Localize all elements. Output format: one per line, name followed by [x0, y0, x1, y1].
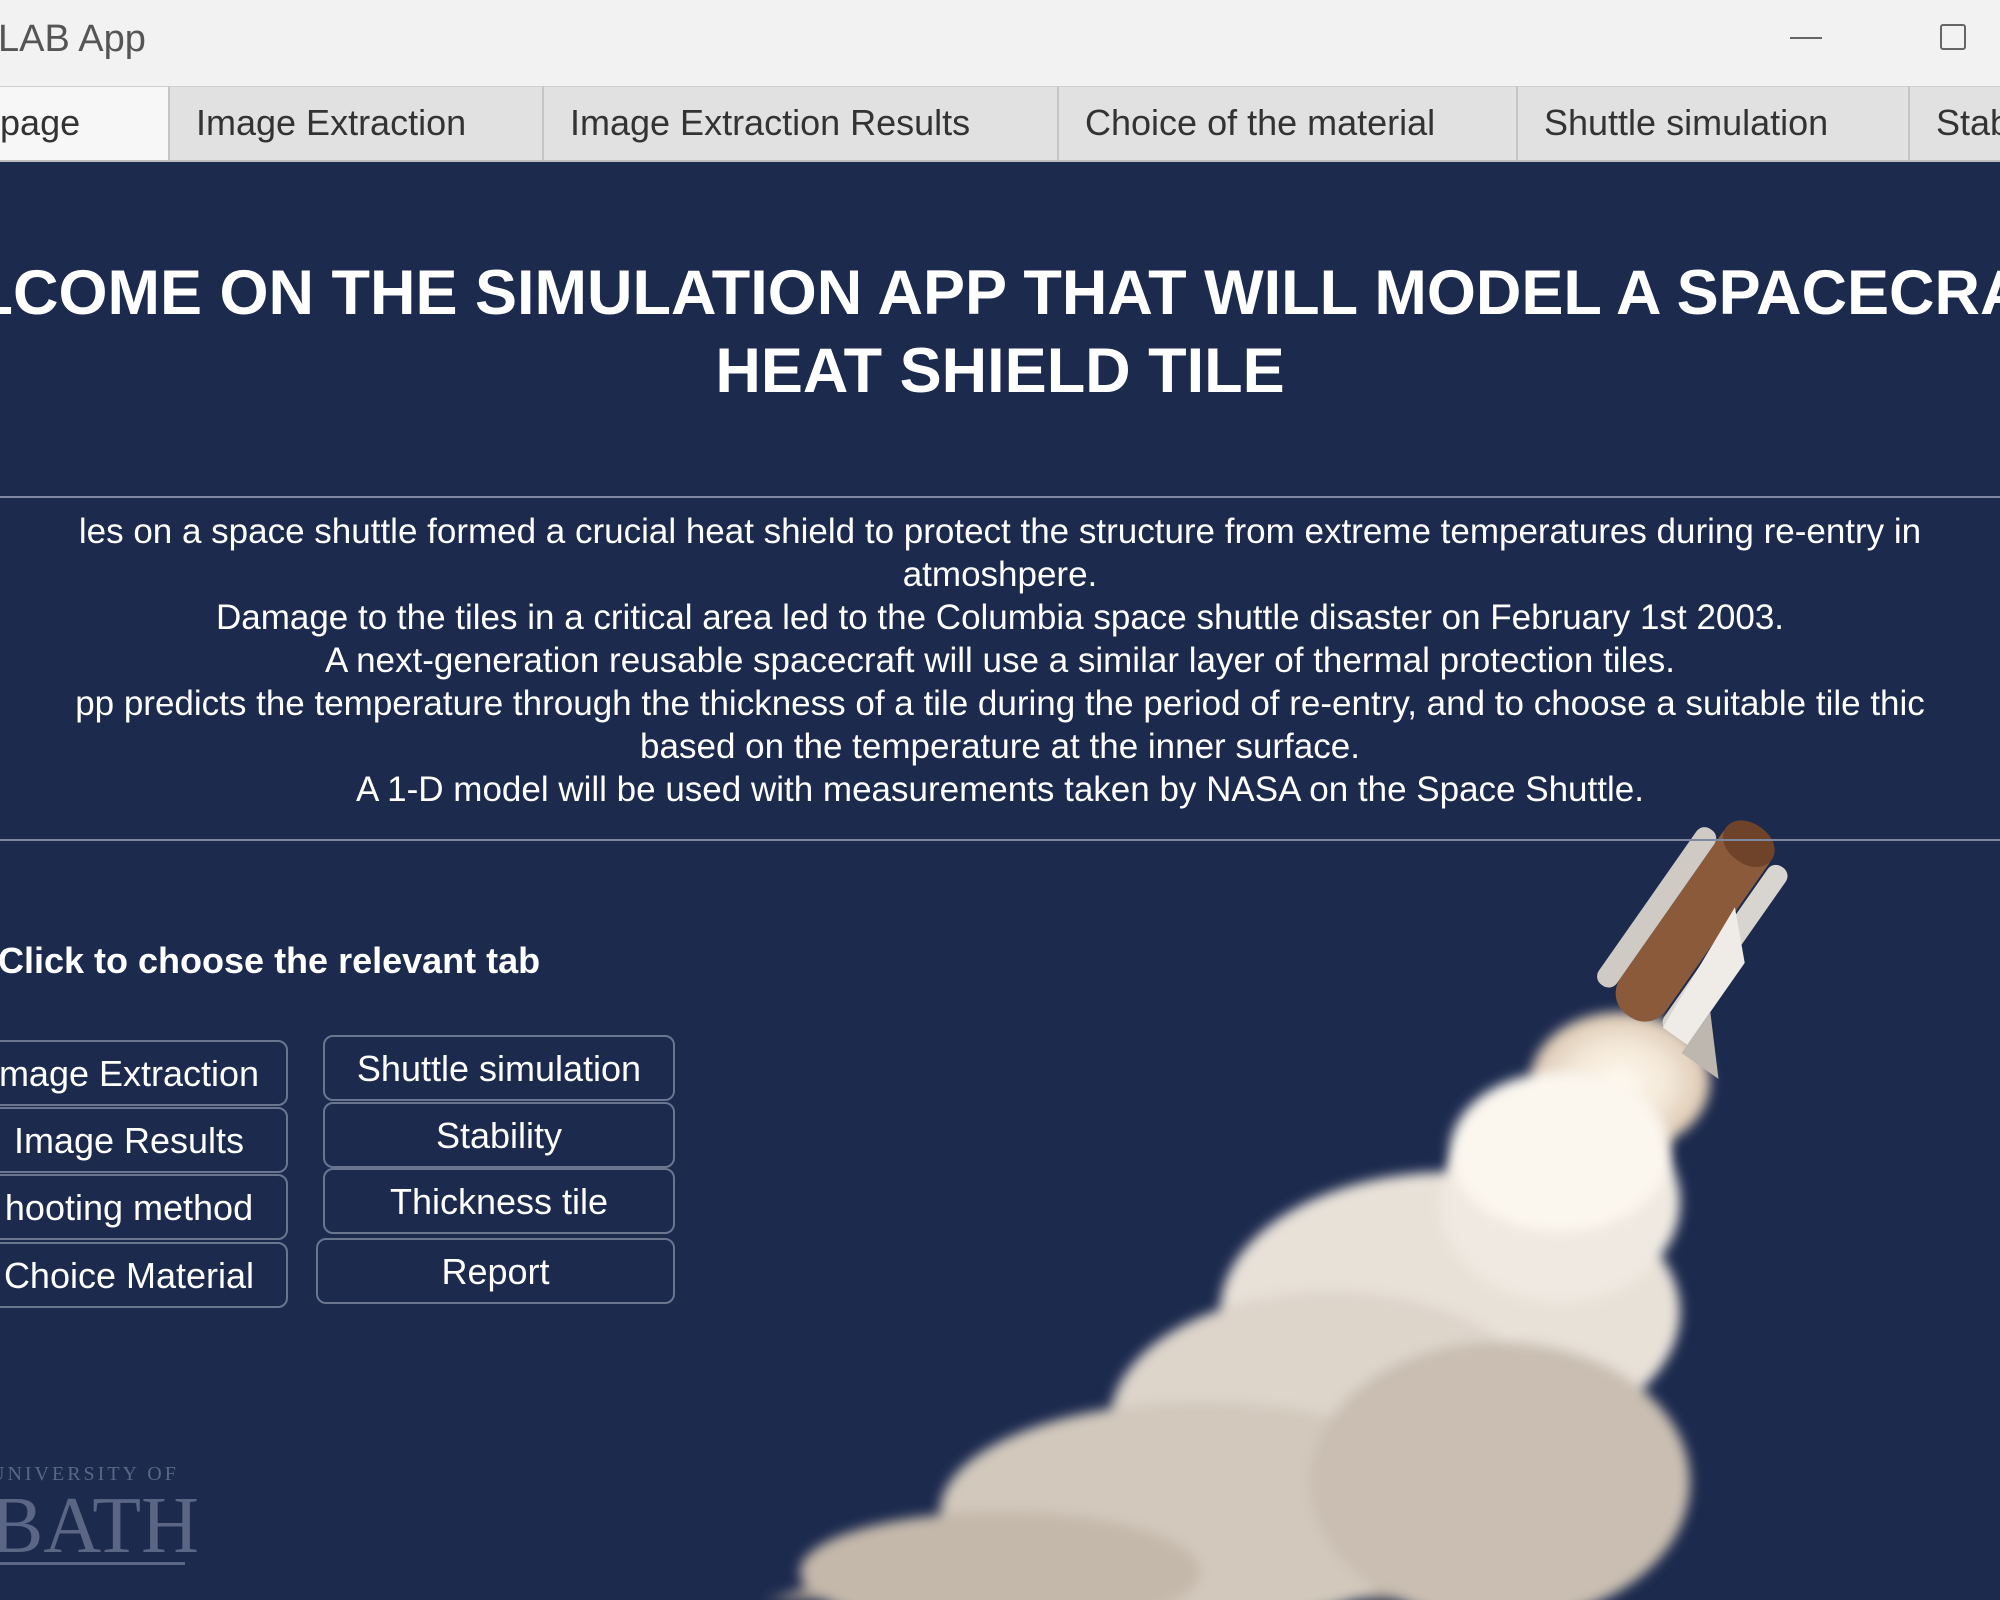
- tab-label: epage: [0, 102, 81, 143]
- tab-strip: epage Image Extraction Image Extraction …: [0, 86, 2000, 162]
- intro-line: based on the temperature at the inner su…: [640, 727, 1360, 766]
- tab-label: Image Extraction: [196, 102, 467, 143]
- window-title-bar: LAB App: [0, 0, 2000, 86]
- choice-material-button[interactable]: Choice Material: [0, 1242, 288, 1308]
- university-of-bath-logo: UNIVERSITY OF BATH: [0, 1463, 199, 1570]
- tab-choice-of-material[interactable]: Choice of the material: [1059, 86, 1518, 160]
- stability-button[interactable]: Stability: [323, 1102, 675, 1168]
- tab-image-extraction-results[interactable]: Image Extraction Results: [544, 86, 1059, 160]
- tab-label: Image Extraction Results: [570, 102, 971, 143]
- image-extraction-button[interactable]: mage Extraction: [0, 1040, 288, 1106]
- intro-text: les on a space shuttle formed a crucial …: [0, 510, 2000, 811]
- welcome-heading-line-1: LCOME ON THE SIMULATION APP THAT WILL MO…: [0, 258, 2000, 328]
- homepage-panel: LCOME ON THE SIMULATION APP THAT WILL MO…: [0, 162, 2000, 1600]
- maximize-button[interactable]: [1910, 0, 2000, 80]
- intro-line: A 1-D model will be used with measuremen…: [356, 770, 1644, 809]
- window-title: LAB App: [0, 18, 146, 60]
- intro-line: les on a space shuttle formed a crucial …: [78, 512, 1922, 551]
- tab-label: Shuttle simulation: [1544, 102, 1829, 143]
- choose-tab-label: Click to choose the relevant tab: [0, 940, 541, 981]
- svg-text:BATH: BATH: [0, 1482, 199, 1570]
- shuttle-simulation-button[interactable]: Shuttle simulation: [323, 1035, 675, 1101]
- welcome-heading-line-2: HEAT SHIELD TILE: [715, 336, 1285, 406]
- intro-panel: les on a space shuttle formed a crucial …: [0, 496, 2000, 841]
- intro-line: Damage to the tiles in a critical area l…: [215, 598, 1785, 637]
- tab-homepage[interactable]: epage: [0, 86, 170, 160]
- report-button[interactable]: Report: [316, 1238, 675, 1304]
- tab-shuttle-simulation[interactable]: Shuttle simulation: [1518, 86, 1910, 160]
- intro-line: A next-generation reusable spacecraft wi…: [324, 641, 1676, 680]
- tab-stability[interactable]: Stab: [1910, 86, 2000, 160]
- thickness-tile-button[interactable]: Thickness tile: [323, 1168, 675, 1234]
- tab-label: Stab: [1936, 102, 2000, 143]
- intro-line: pp predicts the temperature through the …: [75, 684, 1925, 723]
- maximize-icon: [1940, 24, 1966, 50]
- tab-image-extraction[interactable]: Image Extraction: [170, 86, 544, 160]
- intro-line: atmoshpere.: [902, 555, 1098, 594]
- minimize-icon: [1790, 37, 1822, 39]
- welcome-heading: LCOME ON THE SIMULATION APP THAT WILL MO…: [0, 254, 2000, 410]
- tab-label: Choice of the material: [1085, 102, 1436, 143]
- shooting-method-button[interactable]: hooting method: [0, 1174, 288, 1240]
- image-results-button[interactable]: Image Results: [0, 1107, 288, 1173]
- minimize-button[interactable]: [1760, 0, 1850, 80]
